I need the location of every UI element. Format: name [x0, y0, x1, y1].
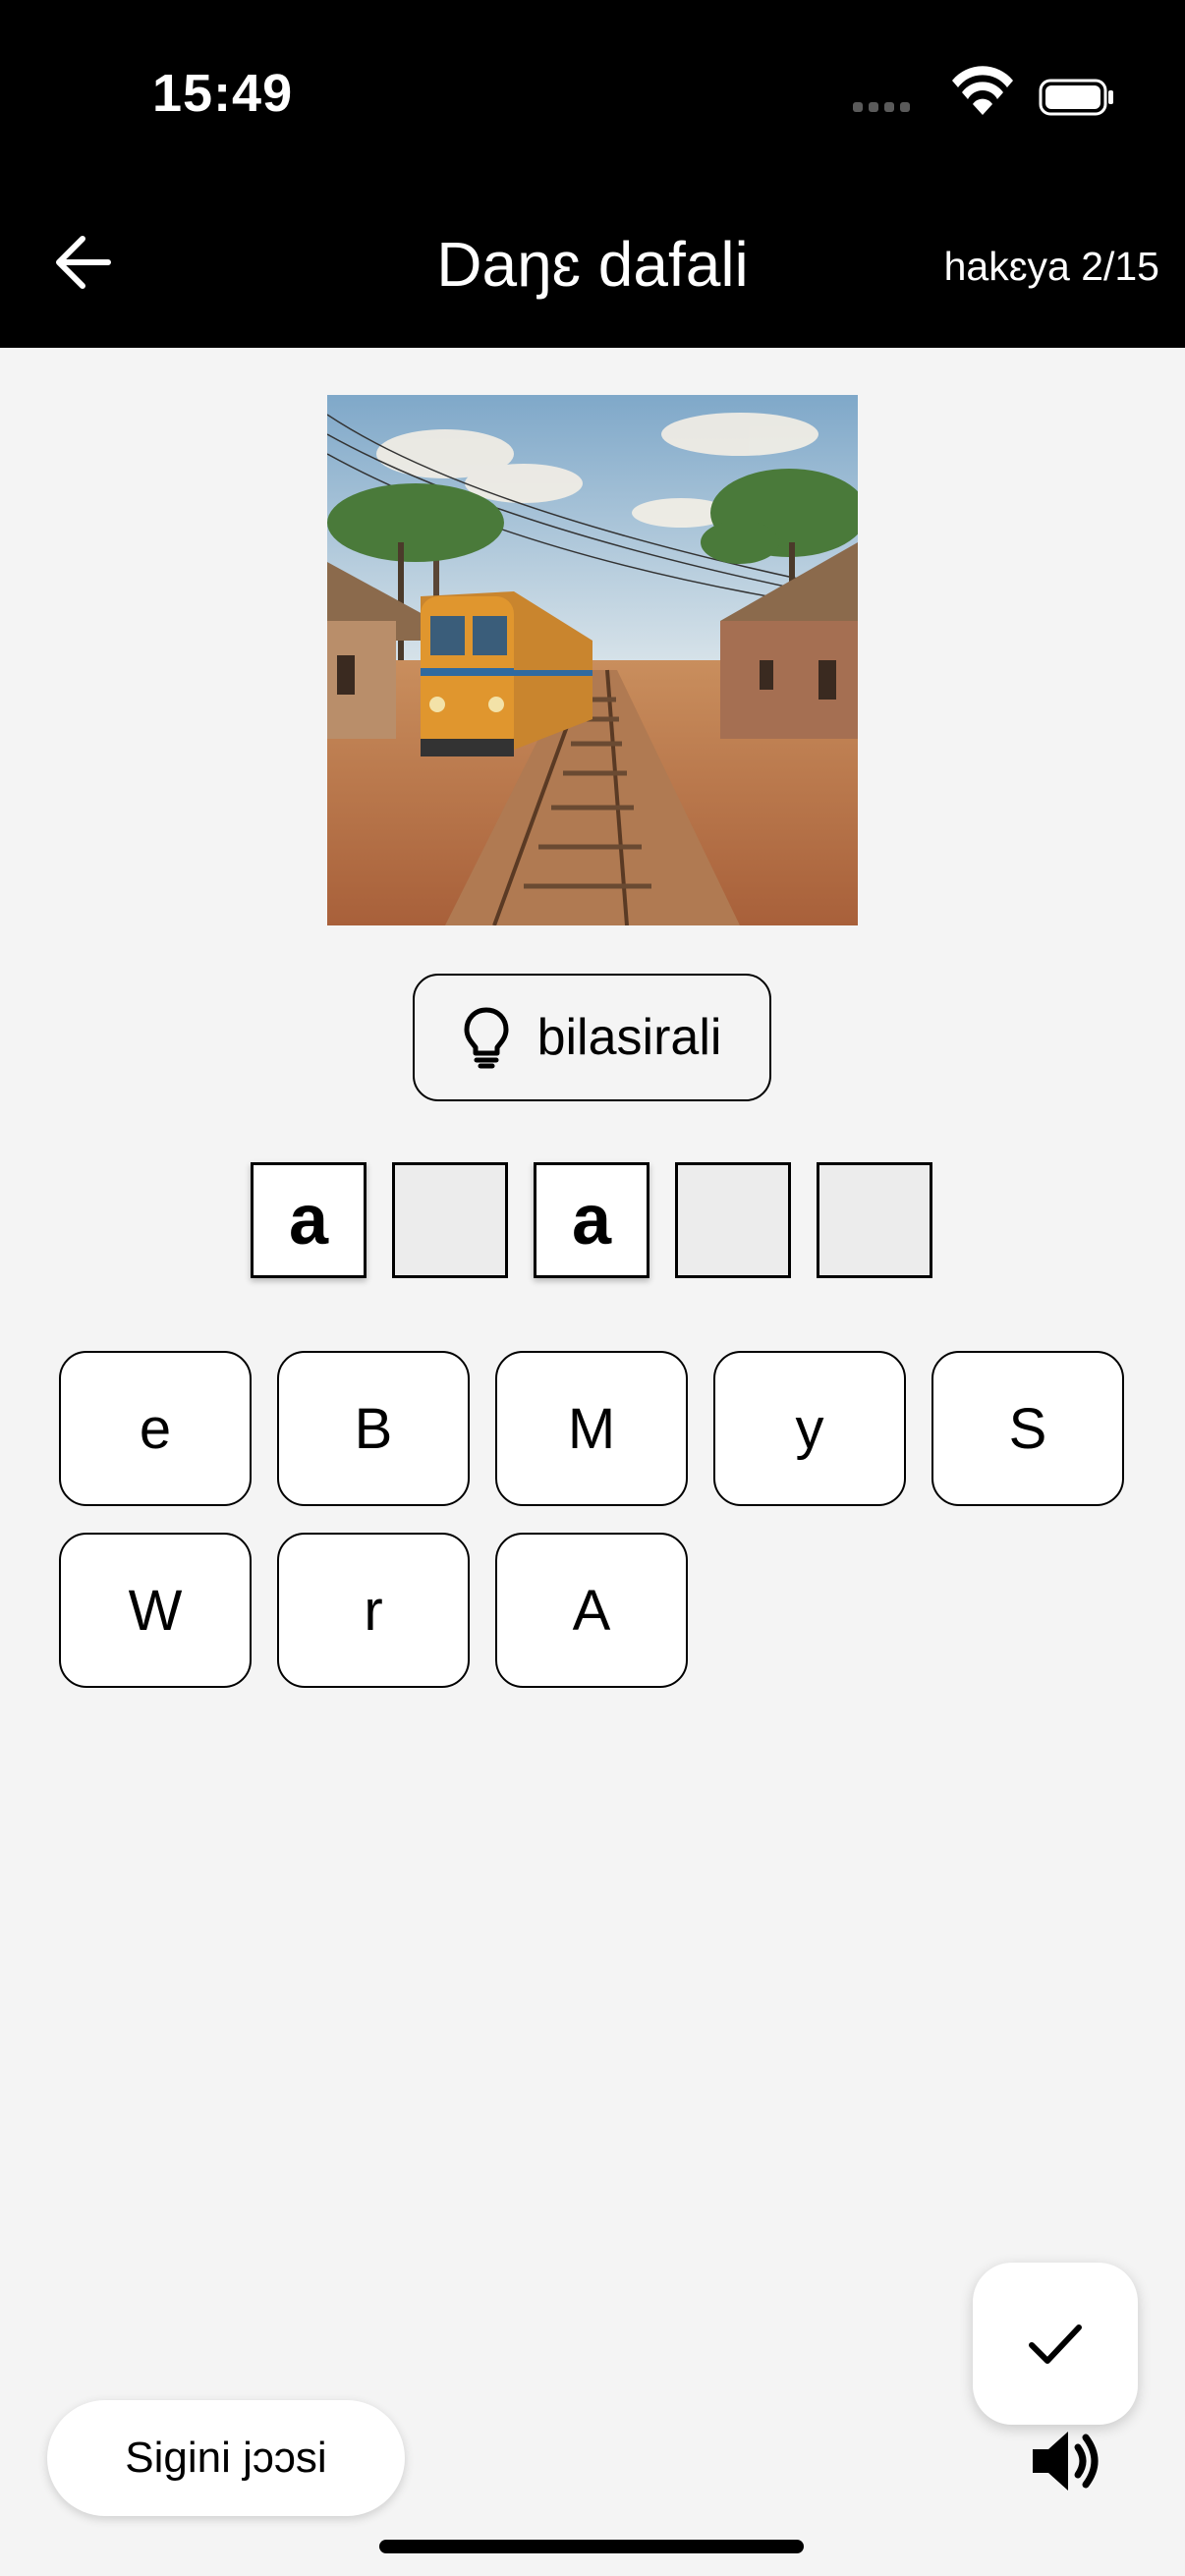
letter-key[interactable]: W — [59, 1533, 252, 1688]
app-bar: 15:49 Daŋɛ dafali hakɛya 2/15 — [0, 0, 1185, 348]
check-answer-button[interactable] — [973, 2263, 1138, 2425]
speaker-icon[interactable] — [1027, 2422, 1105, 2500]
answer-slot[interactable] — [392, 1162, 508, 1278]
screen: 15:49 Daŋɛ dafali hakɛya 2/15 bilasirali… — [0, 0, 1185, 2576]
letter-key[interactable]: S — [931, 1351, 1124, 1506]
hint-button[interactable]: bilasirali — [413, 974, 771, 1101]
answer-slot[interactable]: a — [534, 1162, 649, 1278]
answer-slots: a a — [0, 1162, 1185, 1278]
answer-slot[interactable]: a — [251, 1162, 367, 1278]
question-picture — [327, 395, 858, 925]
battery-icon — [1039, 79, 1113, 116]
letter-key[interactable]: A — [495, 1533, 688, 1688]
status-icons — [853, 66, 1113, 116]
answer-slot[interactable] — [675, 1162, 791, 1278]
letter-key[interactable]: B — [277, 1351, 470, 1506]
status-time: 15:49 — [152, 64, 294, 123]
cellular-signal-icon — [853, 102, 910, 112]
letter-key[interactable]: y — [713, 1351, 906, 1506]
question-progress: hakɛya 2/15 — [943, 244, 1159, 289]
wifi-icon — [952, 66, 1013, 115]
home-indicator — [379, 2540, 804, 2553]
signin-button[interactable]: Sigini jɔɔsi — [47, 2400, 405, 2516]
check-icon — [1029, 2324, 1082, 2364]
letter-key[interactable]: r — [277, 1533, 470, 1688]
hint-label: bilasirali — [536, 1009, 722, 1066]
lightbulb-icon — [464, 1007, 509, 1069]
answer-slot[interactable] — [817, 1162, 932, 1278]
letter-key[interactable]: e — [59, 1351, 252, 1506]
letter-key[interactable]: M — [495, 1351, 688, 1506]
